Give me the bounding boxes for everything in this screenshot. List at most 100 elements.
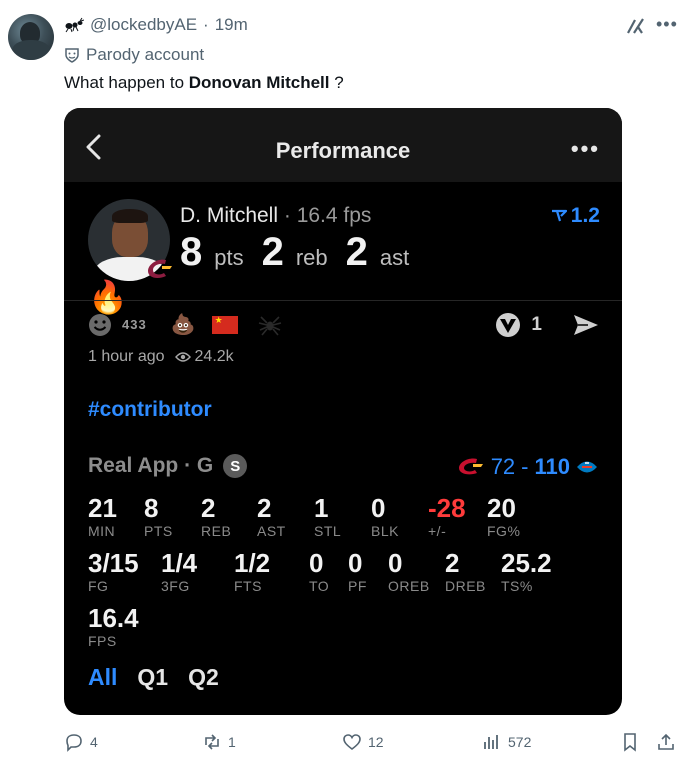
stat-value: 0 [309, 548, 324, 578]
like-button[interactable]: 12 [342, 732, 384, 752]
china-flag-icon[interactable] [211, 315, 238, 334]
card-title: Performance [275, 138, 411, 163]
header-separator: · [203, 15, 209, 34]
views-count: 572 [508, 734, 532, 750]
reb-label: reb [295, 245, 328, 270]
stat-stl: 1 STL [314, 494, 341, 540]
smile-icon[interactable] [88, 313, 112, 337]
like-icon [343, 734, 361, 751]
pts-label: pts [214, 245, 244, 270]
stat-value: 3/15 [88, 548, 139, 578]
stat-value: 21 [88, 493, 117, 523]
parody-label-row: Parody account [64, 45, 204, 65]
card-right-actions: 1 [495, 312, 600, 338]
tweet-text-suffix: ? [329, 73, 344, 92]
reply-button[interactable]: 4 [64, 732, 98, 752]
bookmark-button[interactable] [620, 732, 640, 752]
stat-value: 2 [201, 493, 216, 523]
stat-fts: 1/2 FTS [234, 549, 270, 595]
performance-card[interactable]: Performance ••• 🔥 D. Mitchell · 16.4 fps… [64, 108, 622, 715]
bookmark-icon [624, 733, 636, 752]
reply-count: 4 [90, 734, 98, 750]
tweet-text-prefix: What happen to [64, 73, 189, 92]
stat-3fg: 1/4 3FG [161, 549, 197, 595]
send-icon[interactable] [572, 313, 600, 337]
repost-icon [205, 734, 219, 750]
pts-value: 8 [180, 230, 203, 274]
stat-label: TS% [501, 578, 533, 594]
more-icon[interactable]: ••• [656, 14, 678, 35]
reply-icon [66, 734, 82, 752]
stat-fps: 16.4 FPS [88, 604, 139, 650]
stat-label: 3FG [161, 578, 190, 594]
fire-icon: 🔥 [88, 279, 128, 315]
stat-pts: 8 PTS [144, 494, 173, 540]
grok-icon[interactable] [626, 16, 646, 36]
stat-label: FG [88, 578, 109, 594]
player-fps: · 16.4 fps [278, 204, 372, 227]
stat-label: PF [348, 578, 367, 594]
stat-label: FPS [88, 633, 117, 649]
stat-plus-minus: -28 +/- [428, 494, 466, 540]
ast-value: 2 [345, 230, 368, 274]
tab-q1[interactable]: Q1 [137, 664, 168, 691]
hashtag-contributor[interactable]: #contributor [88, 398, 212, 422]
game-score[interactable]: 72-110 [455, 454, 598, 480]
share-icon [658, 733, 674, 750]
player-name[interactable]: D. Mitchell [180, 204, 278, 227]
views-button[interactable]: 572 [482, 732, 531, 752]
score-dash: - [521, 454, 529, 479]
player-statline: 8 pts 2 reb 2 ast [180, 230, 415, 275]
stat-value: 1 [314, 493, 329, 523]
parody-mask-icon [65, 48, 79, 63]
score-home: 72 [490, 454, 516, 479]
ant-icon [65, 17, 84, 33]
stat-min: 21 MIN [88, 494, 117, 540]
card-more-icon[interactable]: ••• [571, 136, 600, 162]
trend-icon [551, 209, 567, 222]
reactions-row: 433 💩 [88, 312, 282, 337]
stat-value: 0 [348, 548, 363, 578]
tweet-text: What happen to Donovan Mitchell ? [64, 73, 344, 93]
stat-pf: 0 PF [348, 549, 367, 595]
author-handle[interactable]: @lockedbyAE [90, 15, 197, 35]
tab-all[interactable]: All [88, 664, 117, 691]
stat-value: 2 [445, 548, 460, 578]
tweet-header: @lockedbyAE · 19m [64, 15, 248, 35]
cavaliers-logo [148, 259, 172, 279]
reaction-count: 433 [122, 317, 147, 332]
stat-blk: 0 BLK [371, 494, 399, 540]
ast-label: ast [379, 245, 410, 270]
tweet-time[interactable]: 19m [215, 15, 248, 35]
trend-indicator: 1.2 [551, 204, 600, 228]
stat-label: REB [201, 523, 232, 539]
spider-icon[interactable] [258, 314, 282, 336]
card-top-bar: Performance ••• [64, 108, 622, 182]
stat-ts-pct: 25.2 TS% [501, 549, 552, 595]
stat-value: 1/2 [234, 548, 271, 578]
stat-value: 1/4 [161, 548, 198, 578]
stat-label: AST [257, 523, 286, 539]
share-button[interactable] [656, 732, 676, 752]
stat-label: MIN [88, 523, 116, 539]
repost-button[interactable]: 1 [202, 732, 236, 752]
stat-label: STL [314, 523, 342, 539]
reb-value: 2 [261, 230, 284, 274]
v-logo-icon[interactable] [495, 312, 521, 338]
stat-value: 0 [371, 493, 386, 523]
stat-label: +/- [428, 523, 447, 539]
stat-label: OREB [388, 578, 430, 594]
tab-q2[interactable]: Q2 [188, 664, 219, 691]
stat-to: 0 TO [309, 549, 329, 595]
stat-label: PTS [144, 523, 173, 539]
stat-oreb: 0 OREB [388, 549, 430, 595]
views-icon [484, 735, 498, 749]
poop-icon[interactable]: 💩 [171, 312, 196, 337]
stat-value: 25.2 [501, 548, 552, 578]
stat-fg-pct: 20 FG% [487, 494, 520, 540]
stat-dreb: 2 DREB [445, 549, 486, 595]
score-away: 110 [534, 454, 571, 479]
author-avatar[interactable] [8, 14, 54, 60]
stat-label: FTS [234, 578, 262, 594]
stat-value: 8 [144, 493, 159, 523]
